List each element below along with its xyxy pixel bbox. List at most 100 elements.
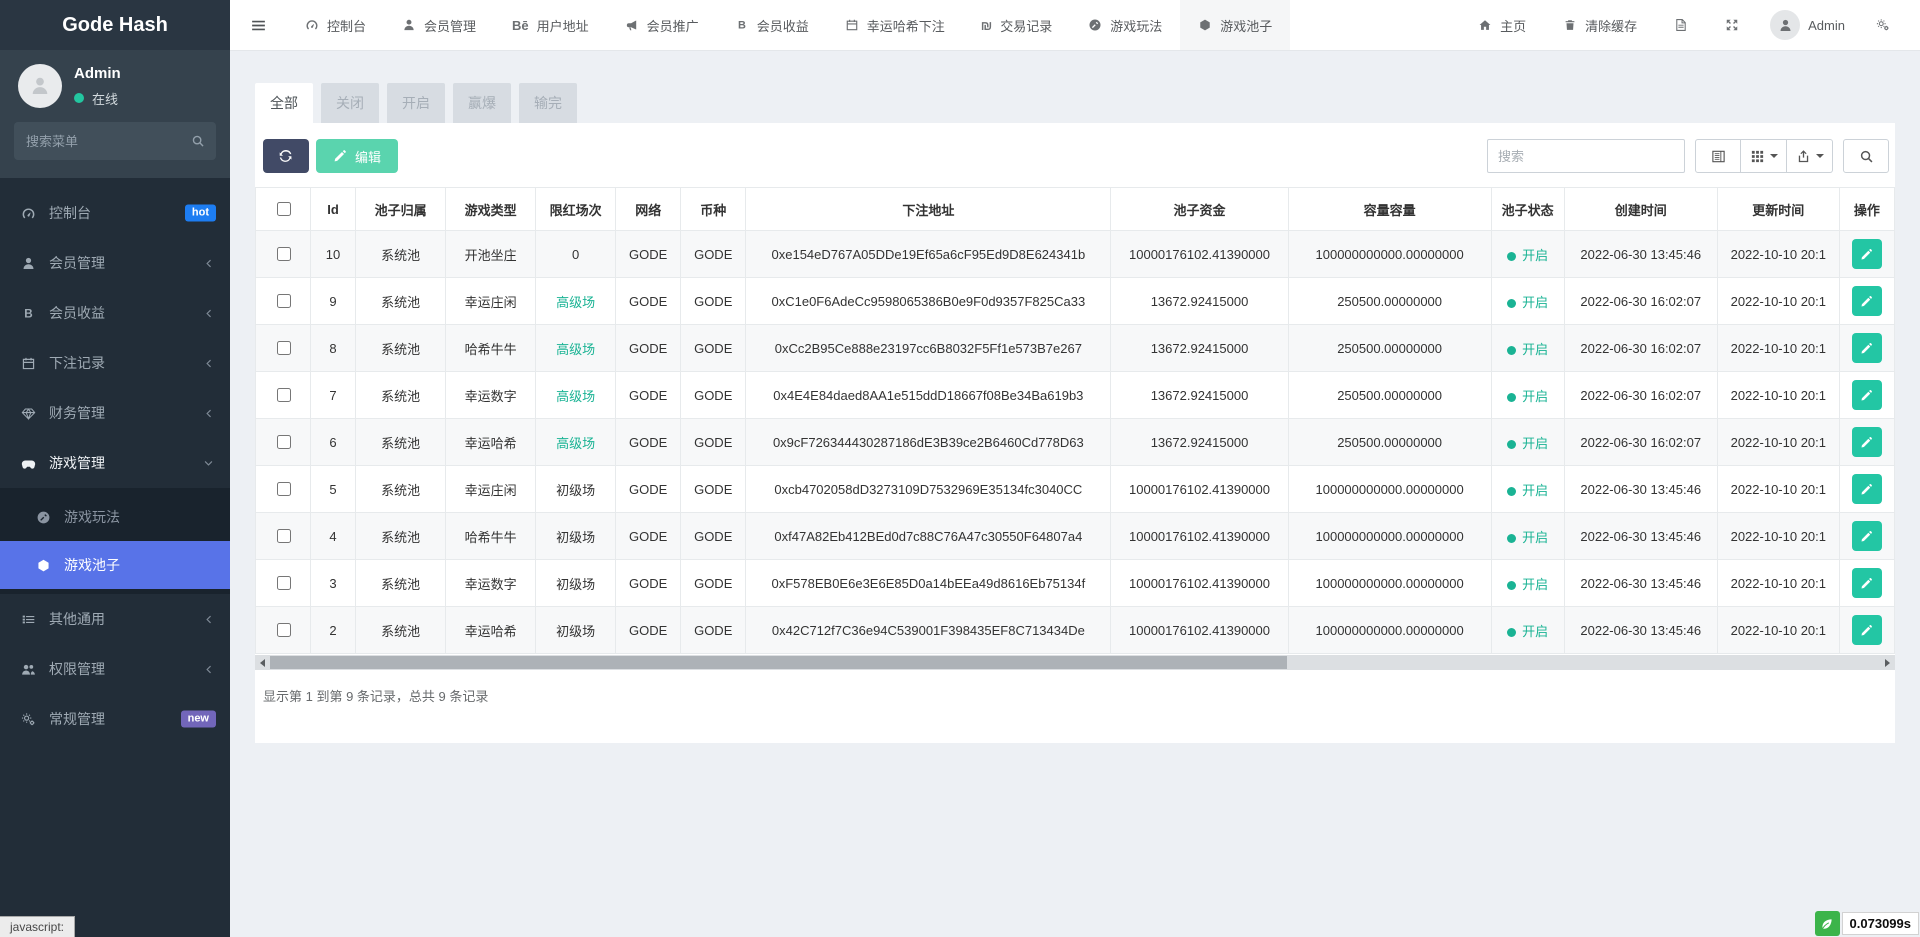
menu-search-input[interactable]	[14, 122, 216, 160]
row-checkbox[interactable]	[277, 247, 291, 261]
nav-tab-member-earnings[interactable]: 会员收益	[717, 0, 827, 50]
avatar	[1770, 10, 1800, 40]
cell-limit: 初级场	[536, 607, 616, 654]
sidebar-item-bet-records[interactable]: 下注记录	[0, 338, 230, 388]
scroll-right-arrow[interactable]	[1880, 655, 1895, 670]
performance-icon[interactable]	[1815, 911, 1840, 936]
sidebar-item-other-general[interactable]: 其他通用	[0, 594, 230, 644]
filter-tab-lose-out[interactable]: 输完	[519, 83, 577, 123]
nav-tab-game-pools[interactable]: 游戏池子	[1180, 0, 1290, 50]
edit-button[interactable]: 编辑	[316, 139, 398, 173]
row-checkbox[interactable]	[277, 388, 291, 402]
sidebar-item-game-play[interactable]: 游戏玩法	[0, 493, 230, 541]
edit-row-button[interactable]	[1852, 380, 1882, 410]
nav-tab-lucky-hash-bets[interactable]: 幸运哈希下注	[827, 0, 963, 50]
cell-owner: 系统池	[356, 231, 446, 278]
row-checkbox[interactable]	[277, 623, 291, 637]
detail-view-button[interactable]	[1695, 139, 1741, 173]
edit-row-button[interactable]	[1852, 333, 1882, 363]
edit-row-button[interactable]	[1852, 474, 1882, 504]
main-content: 全部 关闭 开启 赢爆 输完 编辑	[230, 51, 1920, 743]
cell-funds: 10000176102.41390000	[1111, 231, 1288, 278]
sidebar-item-member-earnings[interactable]: 会员收益	[0, 288, 230, 338]
cell-capacity: 250500.00000000	[1288, 325, 1491, 372]
select-all-checkbox[interactable]	[277, 202, 291, 216]
users-icon	[21, 662, 36, 677]
table-row: 9系统池幸运庄闲高级场GODEGODE0xC1e0F6AdeCc95980653…	[256, 278, 1895, 325]
home-button[interactable]: 主页	[1472, 15, 1532, 36]
row-checkbox[interactable]	[277, 576, 291, 590]
cell-select	[256, 513, 311, 560]
chevron-down-icon	[203, 458, 214, 469]
nav-tab-console[interactable]: 控制台	[287, 0, 384, 50]
trace-widget[interactable]: 0.073099s	[1815, 911, 1919, 936]
settings-button[interactable]	[1870, 17, 1896, 33]
fullscreen-button[interactable]	[1719, 17, 1745, 33]
filter-tab-win-burst[interactable]: 赢爆	[453, 83, 511, 123]
cell-game: 幸运数字	[446, 372, 536, 419]
nav-tab-members[interactable]: 会员管理	[384, 0, 494, 50]
sidebar-toggle-button[interactable]	[230, 0, 287, 50]
online-label: 在线	[92, 89, 118, 108]
cell-created: 2022-06-30 13:45:46	[1564, 466, 1717, 513]
row-checkbox[interactable]	[277, 529, 291, 543]
sidebar-item-finance[interactable]: 财务管理	[0, 388, 230, 438]
cell-owner: 系统池	[356, 560, 446, 607]
sidebar-item-game-management[interactable]: 游戏管理	[0, 438, 230, 488]
filter-tab-all[interactable]: 全部	[255, 83, 313, 123]
edit-row-button[interactable]	[1852, 286, 1882, 316]
edit-row-button[interactable]	[1852, 568, 1882, 598]
cell-created: 2022-06-30 16:02:07	[1564, 325, 1717, 372]
export-button[interactable]	[1787, 139, 1833, 173]
sidebar-item-permissions[interactable]: 权限管理	[0, 644, 230, 694]
shekel-icon: ₪	[981, 18, 993, 33]
nav-tab-promotion[interactable]: 会员推广	[607, 0, 717, 50]
scroll-left-arrow[interactable]	[255, 655, 270, 670]
cell-address: 0xC1e0F6AdeCc9598065386B0e9F0d9357F825Ca…	[746, 278, 1111, 325]
edit-row-button[interactable]	[1852, 615, 1882, 645]
status-text: 开启	[1522, 530, 1548, 545]
bitcoin-icon	[21, 306, 36, 321]
table-search-input[interactable]	[1487, 139, 1685, 173]
sidebar-item-members[interactable]: 会员管理	[0, 238, 230, 288]
status-text: 开启	[1522, 624, 1548, 639]
cell-network: GODE	[616, 278, 681, 325]
cell-funds: 13672.92415000	[1111, 372, 1288, 419]
nav-tab-label: 会员管理	[424, 16, 476, 35]
row-checkbox[interactable]	[277, 341, 291, 355]
sidebar-item-general-settings[interactable]: 常规管理 new	[0, 694, 230, 744]
pencil-icon	[1860, 295, 1873, 308]
filter-tab-open[interactable]: 开启	[387, 83, 445, 123]
nav-tab-transactions[interactable]: ₪交易记录	[963, 0, 1071, 50]
user-menu[interactable]: Admin	[1770, 10, 1845, 40]
status-dot	[1507, 534, 1516, 543]
pool-table: Id 池子归属 游戏类型 限红场次 网络 币种 下注地址 池子资金 容量容量 池…	[255, 187, 1895, 654]
cell-id: 6	[311, 419, 356, 466]
list-icon	[21, 612, 36, 627]
clear-cache-button[interactable]: 清除缓存	[1557, 15, 1643, 36]
nav-tab-user-address[interactable]: Bē用户地址	[494, 0, 607, 50]
search-button[interactable]	[1843, 139, 1889, 173]
row-checkbox[interactable]	[277, 435, 291, 449]
refresh-button[interactable]	[263, 139, 309, 173]
columns-button[interactable]	[1741, 139, 1787, 173]
scrollbar-thumb[interactable]	[270, 656, 1287, 669]
user-profile[interactable]: Admin 在线	[14, 64, 216, 122]
cell-updated: 2022-10-10 20:1	[1717, 560, 1839, 607]
sidebar: Gode Hash Admin 在线 控制台 hot 会员管理 会员收益	[0, 0, 230, 937]
cell-funds: 10000176102.41390000	[1111, 466, 1288, 513]
row-checkbox[interactable]	[277, 294, 291, 308]
document-button[interactable]	[1668, 17, 1694, 33]
sidebar-item-console[interactable]: 控制台 hot	[0, 188, 230, 238]
edit-row-button[interactable]	[1852, 239, 1882, 269]
edit-row-button[interactable]	[1852, 521, 1882, 551]
sidebar-item-game-pools[interactable]: 游戏池子	[0, 541, 230, 589]
status-text: 开启	[1522, 577, 1548, 592]
nav-tab-game-play[interactable]: 游戏玩法	[1070, 0, 1180, 50]
row-checkbox[interactable]	[277, 482, 291, 496]
cell-coin: GODE	[681, 513, 746, 560]
horizontal-scrollbar[interactable]	[255, 655, 1895, 670]
edit-row-button[interactable]	[1852, 427, 1882, 457]
filter-tab-closed[interactable]: 关闭	[321, 83, 379, 123]
pencil-icon	[1860, 389, 1873, 402]
